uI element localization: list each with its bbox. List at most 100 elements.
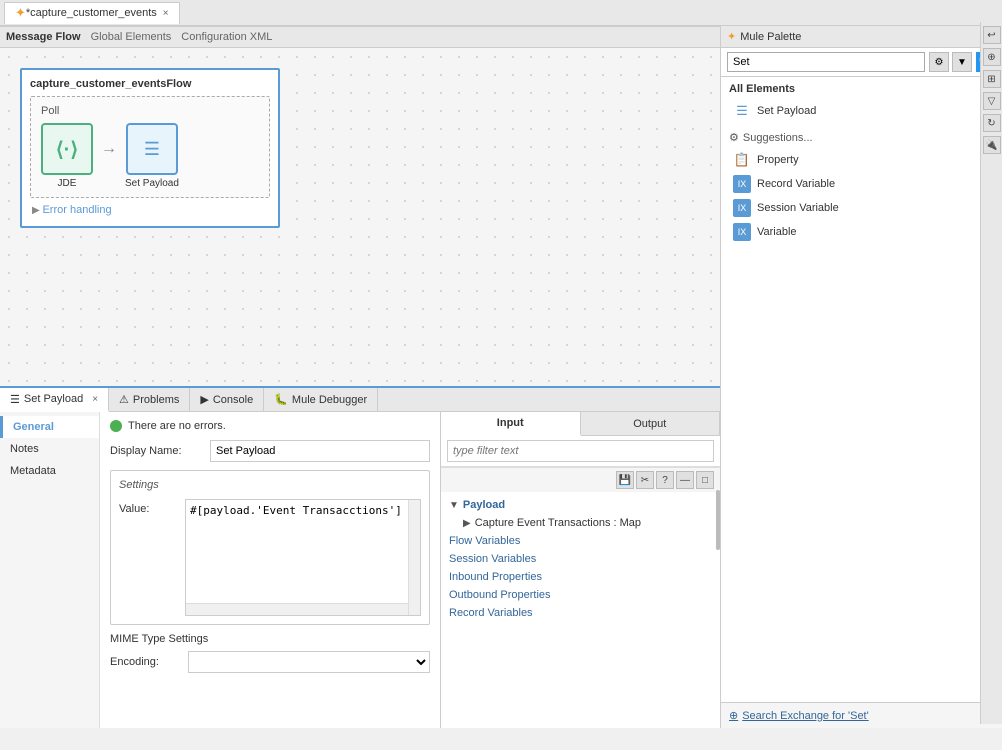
no-errors-text: There are no errors. — [128, 420, 226, 432]
set-payload-node-box[interactable]: ☰ — [126, 123, 178, 175]
display-name-label: Display Name: — [110, 445, 210, 457]
sidebar-item-metadata[interactable]: Metadata — [0, 460, 99, 482]
set-payload-node-icon: ☰ — [144, 139, 160, 160]
side-btn-back[interactable]: ↩ — [983, 26, 1001, 44]
capture-event-arrow-icon: ▶ — [463, 518, 471, 529]
value-textarea[interactable] — [186, 500, 420, 600]
side-btn-plugin[interactable]: 🔌 — [983, 136, 1001, 154]
tree-session-vars-label: Session Variables — [449, 553, 536, 565]
flow-lane: Poll ⟨·⟩ JDE → — [30, 96, 270, 198]
error-handling[interactable]: ▶ Error handling — [30, 202, 270, 218]
editor-tab-icon: ✦ — [15, 5, 26, 21]
suggestions-header: ⚙ Suggestions... ↗ — [729, 131, 994, 144]
editor-tab-label: *capture_customer_events — [26, 7, 157, 19]
display-name-input[interactable] — [210, 440, 430, 462]
scroll-indicator — [716, 490, 720, 550]
palette-record-variable-label: Record Variable — [757, 178, 835, 190]
tab-mule-debugger-icon: 🐛 — [274, 393, 288, 406]
tree-item-payload[interactable]: ▼ Payload — [441, 496, 720, 514]
tab-console[interactable]: ▶ Console — [190, 388, 264, 411]
flow-canvas: capture_customer_eventsFlow Poll ⟨·⟩ — [0, 48, 720, 388]
bottom-tabs: ☰ Set Payload × ⚠ Problems ▶ Console 🐛 M… — [0, 388, 720, 412]
palette-item-variable[interactable]: IX Variable — [729, 220, 994, 244]
props-sidebar: General Notes Metadata — [0, 412, 100, 728]
editor-tab-close[interactable]: × — [163, 8, 169, 19]
flow-container: capture_customer_eventsFlow Poll ⟨·⟩ — [20, 68, 280, 228]
mini-minimize-btn[interactable]: — — [676, 471, 694, 489]
palette-title: ✦ Mule Palette — [727, 30, 989, 43]
side-btn-grid[interactable]: ⊞ — [983, 70, 1001, 88]
encoding-label: Encoding: — [110, 656, 180, 668]
textarea-scrollbar[interactable] — [408, 500, 420, 615]
flow-lane-label: Poll — [41, 105, 259, 117]
jde-node[interactable]: ⟨·⟩ JDE — [41, 123, 93, 189]
mini-help-btn[interactable]: ? — [656, 471, 674, 489]
tree-record-vars-label: Record Variables — [449, 607, 533, 619]
tree-item-flow-vars[interactable]: Flow Variables — [441, 532, 720, 550]
palette-item-record-variable[interactable]: IX Record Variable — [729, 172, 994, 196]
set-payload-node[interactable]: ☰ Set Payload — [125, 123, 179, 189]
palette-item-property[interactable]: 📋 Property — [729, 148, 994, 172]
properties-layout: General Notes Metadata There are no erro… — [0, 412, 720, 728]
palette-dropdown-btn[interactable]: ▼ — [952, 52, 972, 72]
mini-cut-btn[interactable]: ✂ — [636, 471, 654, 489]
palette-icon: ✦ — [727, 30, 736, 43]
jde-node-box[interactable]: ⟨·⟩ — [41, 123, 93, 175]
side-btn-filter[interactable]: ▽ — [983, 92, 1001, 110]
sub-tabs-bar: Message Flow Global Elements Configurati… — [0, 26, 720, 48]
no-errors-icon — [110, 420, 122, 432]
palette-suggestions: ⚙ Suggestions... ↗ 📋 Property IX Record … — [729, 131, 994, 244]
tree-item-capture-event[interactable]: ▶ Capture Event Transactions : Map — [441, 514, 720, 532]
sub-tab-global-elements[interactable]: Global Elements — [91, 31, 172, 43]
tab-set-payload[interactable]: ☰ Set Payload × — [0, 388, 109, 412]
props-right-panel: Input Output 💾 ✂ ? — □ — [440, 412, 720, 728]
sidebar-item-general[interactable]: General — [0, 416, 99, 438]
props-right-tab-input[interactable]: Input — [441, 412, 581, 436]
palette-settings-btn[interactable]: ⚙ — [929, 52, 949, 72]
suggestions-gear-icon: ⚙ — [729, 131, 739, 144]
palette-content: All Elements ☰ Set Payload ⚙ Suggestions… — [721, 77, 1002, 702]
session-variable-icon: IX — [733, 199, 751, 217]
tree-item-record-vars[interactable]: Record Variables — [441, 604, 720, 622]
editor-tab[interactable]: ✦ *capture_customer_events × — [4, 2, 180, 24]
flow-nodes: ⟨·⟩ JDE → ☰ — [41, 123, 259, 189]
search-exchange-link[interactable]: ⊕ Search Exchange for 'Set' — [729, 709, 994, 722]
tree-capture-event-label: Capture Event Transactions : Map — [475, 517, 641, 529]
sub-tab-message-flow[interactable]: Message Flow — [6, 31, 81, 43]
props-right-search-input[interactable] — [447, 440, 714, 462]
set-payload-icon: ☰ — [733, 102, 751, 120]
tree-payload-label: Payload — [463, 499, 505, 511]
palette-item-session-variable[interactable]: IX Session Variable — [729, 196, 994, 220]
palette-footer: ⊕ Search Exchange for 'Set' — [721, 702, 1002, 728]
arrow-icon: → — [101, 140, 117, 172]
settings-label: Settings — [119, 479, 421, 491]
tree-outbound-props-label: Outbound Properties — [449, 589, 551, 601]
tab-console-icon: ▶ — [200, 393, 208, 406]
payload-arrow-icon: ▼ — [449, 500, 459, 511]
palette-search-input[interactable] — [727, 52, 925, 72]
tab-mule-debugger[interactable]: 🐛 Mule Debugger — [264, 388, 378, 411]
tab-set-payload-close[interactable]: × — [92, 394, 98, 405]
mini-save-btn[interactable]: 💾 — [616, 471, 634, 489]
sub-tab-config-xml[interactable]: Configuration XML — [181, 31, 272, 43]
sidebar-item-notes[interactable]: Notes — [0, 438, 99, 460]
tab-problems[interactable]: ⚠ Problems — [109, 388, 190, 411]
side-btn-add[interactable]: ⊕ — [983, 48, 1001, 66]
tree-item-outbound-props[interactable]: Outbound Properties — [441, 586, 720, 604]
props-main: There are no errors. Display Name: Setti… — [100, 412, 440, 728]
props-right-mini-toolbar: 💾 ✂ ? — □ — [441, 467, 720, 492]
palette-session-variable-label: Session Variable — [757, 202, 839, 214]
props-right-search — [441, 436, 720, 467]
side-btn-refresh[interactable]: ↻ — [983, 114, 1001, 132]
mini-maximize-btn[interactable]: □ — [696, 471, 714, 489]
palette-all-elements-title: All Elements — [729, 83, 994, 95]
property-icon: 📋 — [733, 151, 751, 169]
textarea-hscroll[interactable] — [186, 603, 420, 615]
value-area-wrap: Value: — [119, 499, 421, 616]
props-right-tab-output[interactable]: Output — [581, 412, 721, 435]
palette-item-set-payload[interactable]: ☰ Set Payload — [729, 99, 994, 123]
encoding-row: Encoding: — [110, 651, 430, 673]
tree-item-session-vars[interactable]: Session Variables — [441, 550, 720, 568]
encoding-select[interactable] — [188, 651, 430, 673]
tree-item-inbound-props[interactable]: Inbound Properties — [441, 568, 720, 586]
